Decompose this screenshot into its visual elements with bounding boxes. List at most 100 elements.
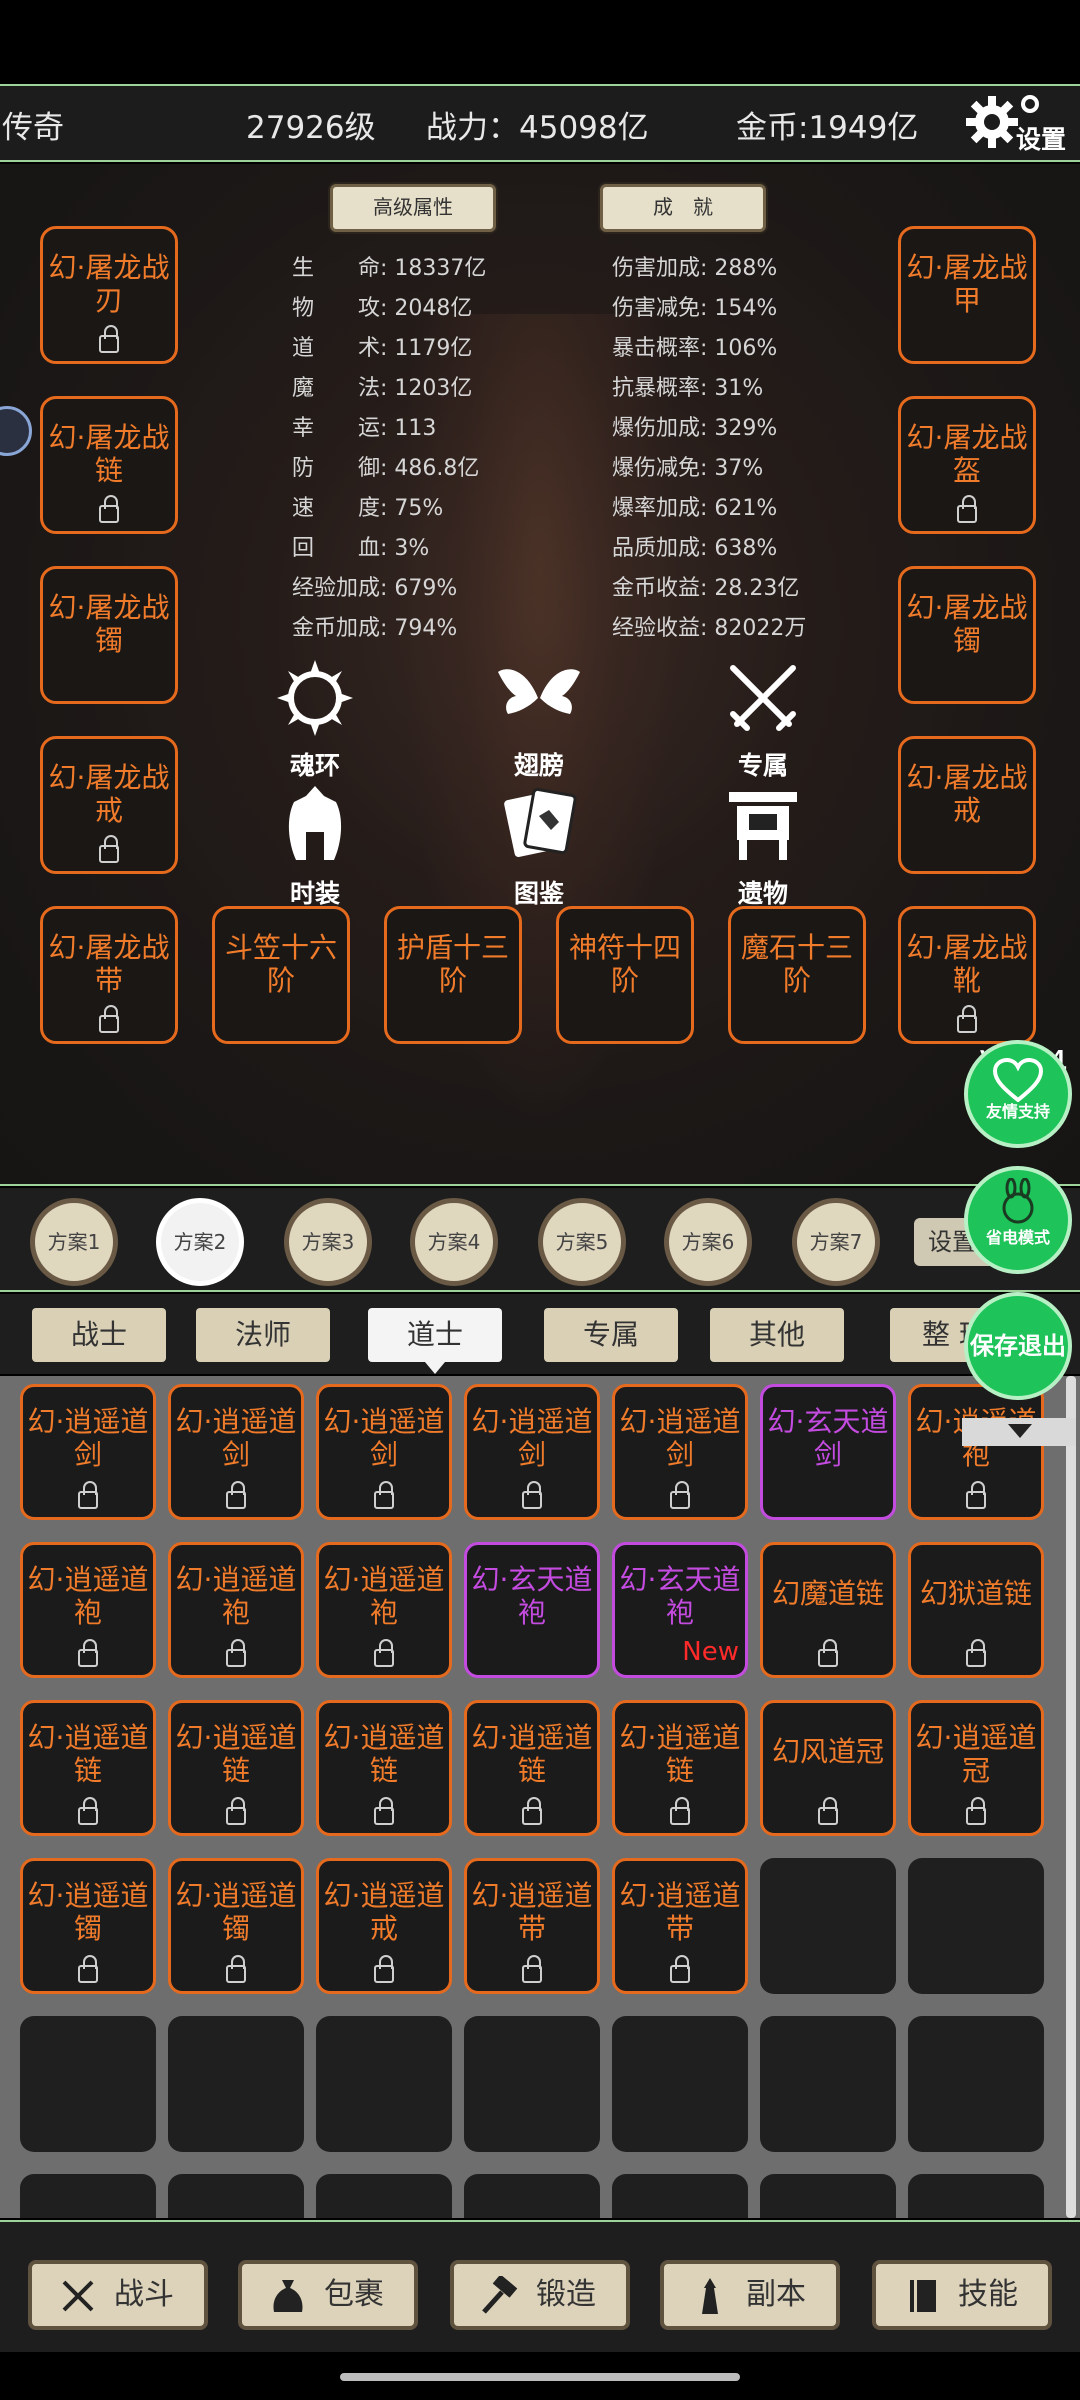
inventory-item[interactable]: 幻·逍遥道剑 — [20, 1384, 156, 1520]
plan-7-button[interactable]: 方案7 — [792, 1198, 880, 1286]
collapse-arrow-icon[interactable] — [962, 1418, 1076, 1446]
inventory-item[interactable]: 幻·逍遥道袍 — [316, 1542, 452, 1678]
fashion-button[interactable]: 时装 — [260, 782, 370, 910]
inventory-item[interactable]: 幻·逍遥道带 — [612, 1858, 748, 1994]
inventory-item[interactable]: 幻·逍遥道链 — [612, 1700, 748, 1836]
inventory-item[interactable]: 幻·逍遥道袍 — [168, 1542, 304, 1678]
soul-ring-button[interactable]: 魂环 — [260, 658, 370, 782]
inventory-empty-slot[interactable] — [464, 2174, 600, 2218]
tab-taoist[interactable]: 道士 — [368, 1308, 502, 1374]
inventory-item[interactable]: 幻·逍遥道带 — [464, 1858, 600, 1994]
stat-attack: 物 攻: 2048亿 — [292, 296, 473, 321]
slot-name: 斗笠十六 — [224, 931, 337, 964]
power-save-button[interactable]: 省电模式 — [964, 1166, 1072, 1274]
inventory-empty-slot[interactable] — [168, 2016, 304, 2152]
book-icon — [910, 2279, 936, 2312]
inventory-empty-slot[interactable] — [20, 2016, 156, 2152]
inventory-empty-slot[interactable] — [908, 2016, 1044, 2152]
helmet-icon — [288, 786, 342, 860]
inventory-item[interactable]: 幻风道冠 — [760, 1700, 896, 1836]
inventory-item[interactable]: 幻·逍遥道剑 — [612, 1384, 748, 1520]
equip-slot-hat[interactable]: 斗笠十六 阶 — [212, 906, 350, 1044]
inventory-empty-slot[interactable] — [908, 1858, 1044, 1994]
inventory-item[interactable]: 幻·逍遥道戒 — [316, 1858, 452, 1994]
nav-bag[interactable]: 包裹 — [238, 2260, 418, 2330]
slot-name: 阶 — [610, 964, 639, 997]
inventory-item[interactable]: 幻·逍遥道镯 — [168, 1858, 304, 1994]
plan-3-button[interactable]: 方案3 — [284, 1198, 372, 1286]
lock-icon — [374, 1481, 394, 1509]
plan-1-button[interactable]: 方案1 — [30, 1198, 118, 1286]
tab-other[interactable]: 其他 — [710, 1308, 844, 1362]
inventory-item[interactable]: 幻·逍遥道袍 — [908, 1384, 1044, 1520]
equip-slot-weapon[interactable]: 幻·屠龙战 刃 — [40, 226, 178, 364]
inventory-empty-slot[interactable] — [612, 2016, 748, 2152]
nav-battle[interactable]: 战斗 — [28, 2260, 208, 2330]
inventory-item[interactable]: 幻魔道链 — [760, 1542, 896, 1678]
friend-support-button[interactable]: 友情支持 — [964, 1040, 1072, 1148]
equip-slot-shield[interactable]: 护盾十三 阶 — [384, 906, 522, 1044]
inventory-item[interactable]: 幻·逍遥道链 — [20, 1700, 156, 1836]
settings-button[interactable]: 设置 — [962, 88, 1074, 156]
equip-slot-necklace[interactable]: 幻·屠龙战 链 — [40, 396, 178, 534]
cards-icon — [504, 787, 577, 857]
inventory-empty-slot[interactable] — [20, 2174, 156, 2218]
advanced-attributes-button[interactable]: 高级属性 — [330, 184, 496, 232]
inventory-item[interactable]: 幻狱道链 — [908, 1542, 1044, 1678]
wings-button[interactable]: 翅膀 — [484, 658, 594, 782]
equip-slot-helmet[interactable]: 幻·屠龙战 盔 — [898, 396, 1036, 534]
inventory-empty-slot[interactable] — [316, 2016, 452, 2152]
inventory-item[interactable]: 幻·逍遥道剑 — [464, 1384, 600, 1520]
equip-slot-bracelet-right[interactable]: 幻·屠龙战 镯 — [898, 566, 1036, 704]
equip-slot-belt[interactable]: 幻·屠龙战 带 — [40, 906, 178, 1044]
lock-icon — [374, 1955, 394, 1983]
tab-exclusive[interactable]: 专属 — [544, 1308, 678, 1362]
inventory-empty-slot[interactable] — [760, 2016, 896, 2152]
inventory-item[interactable]: 幻·玄天道剑 — [760, 1384, 896, 1520]
inventory-scrollbar[interactable] — [1066, 1376, 1076, 2218]
inventory-item[interactable]: 幻·逍遥道剑 — [168, 1384, 304, 1520]
plan-5-button[interactable]: 方案5 — [538, 1198, 626, 1286]
inventory-item[interactable]: 幻·逍遥道镯 — [20, 1858, 156, 1994]
plan-6-button[interactable]: 方案6 — [664, 1198, 752, 1286]
inventory-item[interactable]: 幻·逍遥道剑 — [316, 1384, 452, 1520]
achievements-button[interactable]: 成 就 — [600, 184, 766, 232]
equip-slot-ring-right[interactable]: 幻·屠龙战 戒 — [898, 736, 1036, 874]
relics-button[interactable]: 遗物 — [708, 782, 818, 910]
equip-slot-bracelet-left[interactable]: 幻·屠龙战 镯 — [40, 566, 178, 704]
plan-4-button[interactable]: 方案4 — [410, 1198, 498, 1286]
nav-forge[interactable]: 锻造 — [450, 2260, 630, 2330]
inventory-empty-slot[interactable] — [908, 2174, 1044, 2218]
inventory-item[interactable]: 幻·玄天道袍 — [464, 1542, 600, 1678]
inventory-item[interactable]: 幻·逍遥道链 — [316, 1700, 452, 1836]
stat-gold-income: 金币收益: 28.23亿 — [612, 576, 800, 601]
home-indicator[interactable] — [340, 2373, 740, 2381]
nav-dungeon[interactable]: 副本 — [660, 2260, 840, 2330]
inventory-item[interactable]: 幻·逍遥道链 — [464, 1700, 600, 1836]
tab-warrior[interactable]: 战士 — [32, 1308, 166, 1362]
exclusive-button[interactable]: 专属 — [708, 658, 818, 782]
inventory-item[interactable]: 幻·逍遥道冠 — [908, 1700, 1044, 1836]
lock-icon — [957, 495, 977, 523]
equip-slot-armor[interactable]: 幻·屠龙战 甲 — [898, 226, 1036, 364]
inventory-empty-slot[interactable] — [168, 2174, 304, 2218]
inventory-empty-slot[interactable] — [760, 1858, 896, 1994]
inventory-empty-slot[interactable] — [612, 2174, 748, 2218]
equip-slot-ring-left[interactable]: 幻·屠龙战 戒 — [40, 736, 178, 874]
equip-slot-boots[interactable]: 幻·屠龙战 靴 — [898, 906, 1036, 1044]
nav-skills[interactable]: 技能 — [872, 2260, 1052, 2330]
inventory-item[interactable]: 幻·逍遥道链 — [168, 1700, 304, 1836]
codex-button[interactable]: 图鉴 — [484, 782, 594, 910]
plan-2-button[interactable]: 方案2 — [156, 1198, 244, 1286]
equip-slot-talisman[interactable]: 神符十四 阶 — [556, 906, 694, 1044]
lock-icon — [78, 1481, 98, 1509]
inventory-item[interactable]: 幻·玄天道袍 New — [612, 1542, 748, 1678]
item-name: 幻·逍遥道 — [27, 1563, 149, 1596]
inventory-empty-slot[interactable] — [760, 2174, 896, 2218]
inventory-empty-slot[interactable] — [464, 2016, 600, 2152]
inventory-item[interactable]: 幻·逍遥道袍 — [20, 1542, 156, 1678]
equip-slot-magic-stone[interactable]: 魔石十三 阶 — [728, 906, 866, 1044]
inventory-empty-slot[interactable] — [316, 2174, 452, 2218]
save-exit-button[interactable]: 保存退出 — [964, 1292, 1072, 1400]
tab-mage[interactable]: 法师 — [196, 1308, 330, 1362]
